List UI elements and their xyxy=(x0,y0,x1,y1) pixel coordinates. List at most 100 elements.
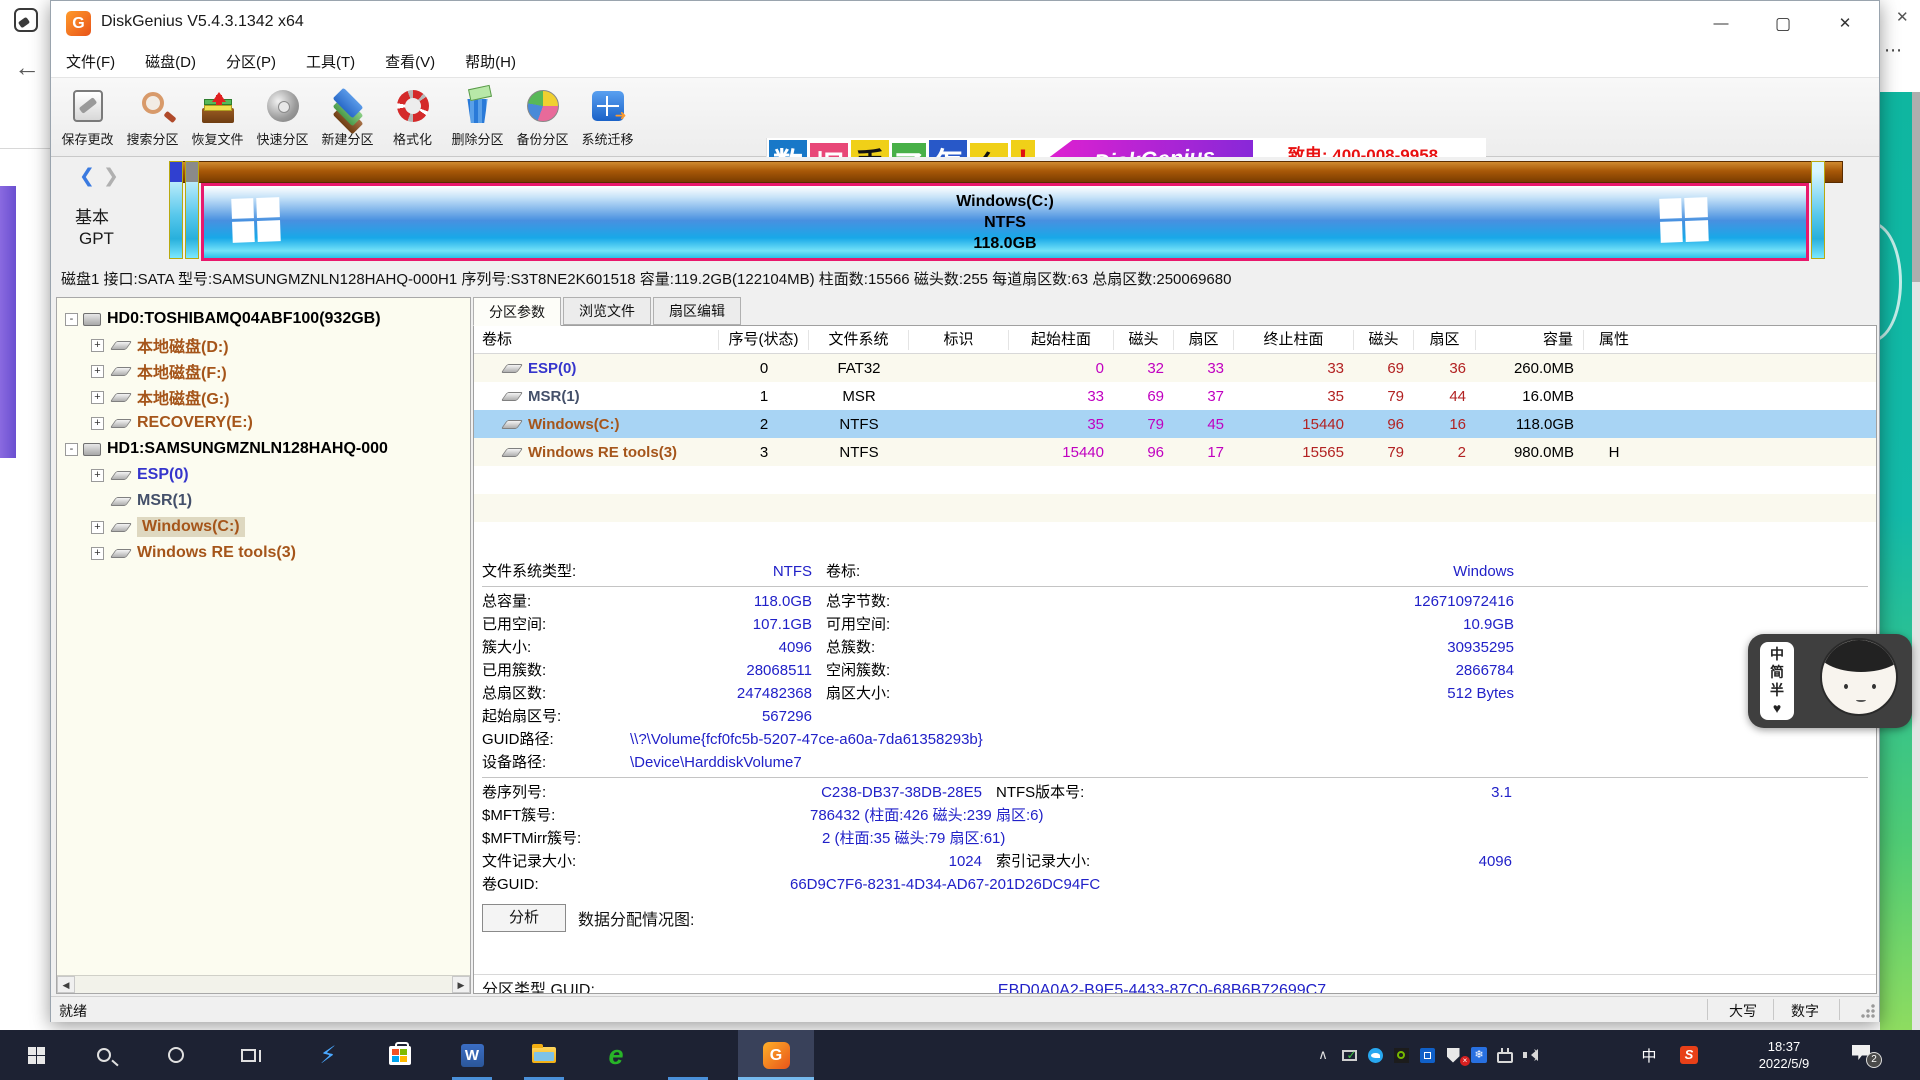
quick-partition-button[interactable]: 快速分区 xyxy=(250,80,315,154)
browser-close-icon[interactable]: ✕ xyxy=(1896,8,1909,26)
partition-icon xyxy=(110,471,132,480)
ime-indicator[interactable]: 中 xyxy=(1636,1030,1662,1080)
tree-horizontal-scrollbar[interactable]: ◀ ▶ xyxy=(57,975,470,993)
webpage-curve-decoration xyxy=(1880,222,1902,342)
browser-back-icon[interactable]: ← xyxy=(14,52,40,83)
ime-status-pill: 中 简 半 ♥ xyxy=(1760,642,1794,720)
expand-icon[interactable]: + xyxy=(91,339,104,352)
scroll-right-icon[interactable]: ▶ xyxy=(452,976,470,993)
table-row[interactable]: MSR(1) 1 MSR 33 69 37 35 79 44 16.0MB xyxy=(474,382,1876,410)
taskbar-app-explorer[interactable] xyxy=(520,1030,568,1080)
menu-help[interactable]: 帮助(H) xyxy=(465,51,516,72)
expand-icon[interactable]: + xyxy=(91,469,104,482)
empty-row xyxy=(474,494,1876,522)
table-row[interactable]: ESP(0) 0 FAT32 0 32 33 33 69 36 260.0MB xyxy=(474,354,1876,382)
resize-grip[interactable] xyxy=(1861,1004,1875,1018)
tray-nvidia-icon[interactable] xyxy=(1388,1048,1414,1063)
tree-item-windows-c[interactable]: + Windows(C:) xyxy=(57,514,470,540)
esp-partition-block[interactable] xyxy=(169,161,183,259)
tray-security-icon[interactable]: × xyxy=(1440,1048,1466,1063)
search-partition-button[interactable]: 搜索分区 xyxy=(120,80,185,154)
maximize-button[interactable]: ▢ xyxy=(1753,1,1813,46)
next-disk-icon[interactable]: ❯ xyxy=(103,165,119,188)
expand-icon[interactable]: + xyxy=(91,391,104,404)
taskbar-app-edge[interactable] xyxy=(664,1030,712,1080)
analyze-button[interactable]: 分析 xyxy=(482,904,566,932)
task-view-icon xyxy=(241,1049,256,1062)
system-migration-button[interactable]: ➜ 系统迁移 xyxy=(575,80,640,154)
tree-item-local-f[interactable]: + 本地磁盘(F:) xyxy=(57,358,470,384)
minimize-button[interactable]: — xyxy=(1691,1,1751,46)
tray-messenger-icon[interactable] xyxy=(1362,1048,1388,1063)
browser-tab-icon[interactable] xyxy=(14,8,38,32)
menu-partition[interactable]: 分区(P) xyxy=(226,51,276,72)
close-button[interactable]: ✕ xyxy=(1815,1,1875,46)
tree-item-recovery-e[interactable]: + RECOVERY(E:) xyxy=(57,410,470,436)
tray-sogou-icon[interactable]: S xyxy=(1676,1030,1702,1080)
collapse-icon[interactable]: - xyxy=(65,443,78,456)
tree-item-msr[interactable]: MSR(1) xyxy=(57,488,470,514)
msr-partition-block[interactable] xyxy=(185,161,199,259)
tray-volume-icon[interactable]: ) xyxy=(1518,1048,1544,1062)
winre-partition-block[interactable] xyxy=(1811,161,1825,259)
browser-scrollbar-thumb[interactable] xyxy=(1912,92,1920,282)
taskbar-app-store[interactable] xyxy=(376,1030,424,1080)
tray-intel-graphics-icon[interactable] xyxy=(1414,1048,1440,1063)
tree-item-local-g[interactable]: + 本地磁盘(G:) xyxy=(57,384,470,410)
expand-icon[interactable]: + xyxy=(91,365,104,378)
browser-toolbar-divider xyxy=(0,148,50,149)
clock-time: 18:37 xyxy=(1736,1038,1832,1055)
table-row-selected[interactable]: Windows(C:) 2 NTFS 35 79 45 15440 96 16 … xyxy=(474,410,1876,438)
menu-tools[interactable]: 工具(T) xyxy=(306,51,355,72)
title-bar: G DiskGenius V5.4.3.1342 x64 — ▢ ✕ xyxy=(51,1,1879,46)
expand-icon[interactable]: + xyxy=(91,547,104,560)
expand-icon[interactable]: + xyxy=(91,521,104,534)
ime-mode-halfwidth[interactable]: 半 xyxy=(1770,682,1784,698)
backup-partition-button[interactable]: 备份分区 xyxy=(510,80,575,154)
taskbar-clock[interactable]: 18:37 2022/5/9 xyxy=(1736,1038,1832,1072)
tree-item-hd0[interactable]: - HD0:TOSHIBAMQ04ABF100(932GB) xyxy=(57,306,470,332)
browser-more-icon[interactable]: ⋯ xyxy=(1884,40,1902,61)
taskbar-app-diskgenius[interactable]: G xyxy=(738,1030,814,1080)
menu-bar: 文件(F) 磁盘(D) 分区(P) 工具(T) 查看(V) 帮助(H) xyxy=(51,46,1879,77)
menu-disk[interactable]: 磁盘(D) xyxy=(145,51,196,72)
scroll-left-icon[interactable]: ◀ xyxy=(57,976,75,993)
tree-item-hd1[interactable]: - HD1:SAMSUNGMZNLN128HAHQ-000 xyxy=(57,436,470,462)
ime-favorite-icon[interactable]: ♥ xyxy=(1773,700,1781,716)
tree-item-esp[interactable]: + ESP(0) xyxy=(57,462,470,488)
task-view-button[interactable] xyxy=(224,1030,272,1080)
tree-item-windows-re[interactable]: + Windows RE tools(3) xyxy=(57,540,470,566)
cortana-icon xyxy=(168,1047,184,1063)
taskbar-app-ie[interactable]: e xyxy=(592,1030,640,1080)
menu-view[interactable]: 查看(V) xyxy=(385,51,435,72)
recover-files-button[interactable]: 恢复文件 xyxy=(185,80,250,154)
format-button[interactable]: 格式化 xyxy=(380,80,445,154)
search-partition-icon xyxy=(132,84,174,128)
ime-mode-simplified[interactable]: 简 xyxy=(1770,664,1784,680)
disk-bar[interactable] xyxy=(169,161,1843,183)
cortana-button[interactable] xyxy=(152,1030,200,1080)
taskbar-search-button[interactable] xyxy=(80,1030,128,1080)
delete-partition-button[interactable]: 删除分区 xyxy=(445,80,510,154)
menu-file[interactable]: 文件(F) xyxy=(66,51,115,72)
windows-c-partition-block[interactable]: Windows(C:) NTFS 118.0GB xyxy=(201,183,1809,261)
tree-item-local-d[interactable]: + 本地磁盘(D:) xyxy=(57,332,470,358)
taskbar-app-flash[interactable]: ⚡ xyxy=(304,1030,352,1080)
tray-pc-status-icon[interactable] xyxy=(1336,1050,1362,1061)
sogou-ime-widget[interactable]: 中 简 半 ♥ xyxy=(1748,634,1912,728)
tab-partition-parameters[interactable]: 分区参数 xyxy=(473,297,561,326)
new-partition-button[interactable]: 新建分区 xyxy=(315,80,380,154)
prev-disk-icon[interactable]: ❮ xyxy=(79,165,95,188)
ime-mascot-avatar xyxy=(1820,638,1898,716)
tab-browse-files[interactable]: 浏览文件 xyxy=(563,297,651,325)
tray-chevron-up-icon[interactable]: ∧ xyxy=(1310,1047,1336,1063)
taskbar-app-word[interactable]: W xyxy=(448,1030,496,1080)
start-button[interactable] xyxy=(12,1030,60,1080)
tray-power-icon[interactable] xyxy=(1492,1048,1518,1063)
collapse-icon[interactable]: - xyxy=(65,313,78,326)
save-changes-button[interactable]: 保存更改 xyxy=(55,80,120,154)
expand-icon[interactable]: + xyxy=(91,417,104,430)
ime-mode-chinese[interactable]: 中 xyxy=(1770,646,1784,662)
table-row[interactable]: Windows RE tools(3) 3 NTFS 15440 96 17 1… xyxy=(474,438,1876,466)
tab-sector-edit[interactable]: 扇区编辑 xyxy=(653,297,741,325)
